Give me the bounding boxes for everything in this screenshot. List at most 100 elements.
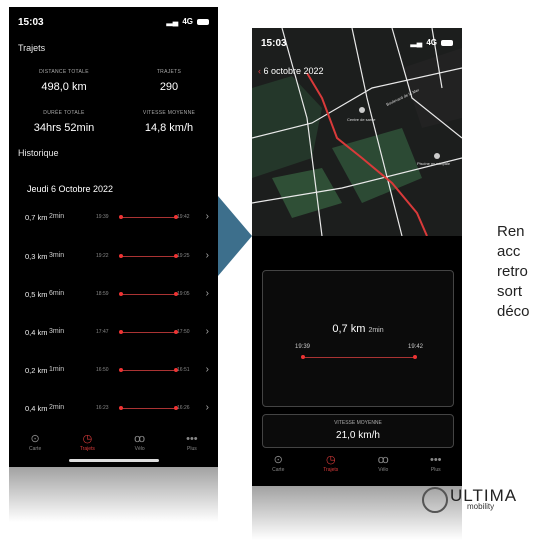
trip-timeline [120, 408, 175, 409]
trip-start: 16:23 [96, 405, 109, 411]
trip-timeline [120, 217, 175, 218]
stat-label: TRAJETS [156, 69, 182, 75]
trip-row[interactable]: 0,3 km 3min 19:22 19:25 › [25, 250, 215, 264]
network-label: 4G [182, 17, 193, 26]
chevron-right-icon: › [205, 211, 209, 222]
trip-start: 18:59 [96, 291, 109, 297]
trips-screen: 15:03 ▂▄ 4G Trajets DISTANCE TOTALE 498,… [9, 7, 218, 467]
trip-start: 19:39 [295, 344, 311, 350]
logo-subtitle: mobility [467, 502, 495, 511]
map-pin-icon: ⊙ [273, 454, 283, 466]
map-label: Centre de sante [347, 117, 376, 122]
battery-icon [441, 39, 453, 46]
trip-duration: 2min [49, 213, 65, 220]
battery-icon [197, 18, 209, 25]
day-heading: Jeudi 6 Octobre 2022 [27, 184, 114, 194]
chevron-right-icon: › [205, 364, 209, 375]
caption-line: retro [497, 263, 528, 280]
tab-velo[interactable]: ꝏ Vélo [357, 453, 410, 486]
trip-row[interactable]: 0,7 km 2min 19:39 19:42 › [25, 211, 215, 225]
caption-line: acc [497, 243, 521, 260]
end-dot [413, 355, 417, 359]
trip-end: 19:25 [177, 253, 190, 259]
start-dot [119, 292, 123, 296]
clock-icon: ◷ [82, 433, 93, 445]
trip-summary-card: 0,7 km 2min 19:39 19:42 [262, 270, 454, 407]
start-dot [301, 355, 305, 359]
trip-end: 19:05 [177, 291, 190, 297]
trip-start: 16:50 [96, 367, 109, 373]
trip-row[interactable]: 0,5 km 6min 18:59 19:05 › [25, 288, 215, 302]
trip-duration: 2min [368, 327, 384, 334]
stat-label: DURÉE TOTALE [43, 110, 85, 116]
trip-end: 19:42 [407, 344, 423, 350]
stat-value: 34hrs 52min [33, 122, 95, 134]
trip-distance: 0,5 km [25, 290, 48, 299]
trip-row[interactable]: 0,4 km 3min 17:47 17:50 › [25, 326, 215, 340]
trip-distance: 0,2 km [25, 366, 48, 375]
status-bar: 15:03 ▂▄ 4G [18, 17, 209, 31]
back-icon[interactable]: ‹ [258, 66, 261, 76]
trip-timeline [120, 332, 175, 333]
tab-carte[interactable]: ⊙ Carte [9, 432, 61, 467]
bike-icon: ꝏ [377, 454, 389, 466]
history-title: Historique [18, 148, 59, 158]
map-label: Piscine municipale [417, 161, 451, 166]
trip-end: 16:51 [177, 367, 190, 373]
caption-line: sort [497, 283, 523, 300]
arrow-right-icon [218, 196, 252, 276]
trip-timeline [120, 294, 175, 295]
ultima-logo-icon [422, 487, 448, 513]
trip-distance: 0,3 km [25, 252, 48, 261]
map-date: 6 octobre 2022 [263, 66, 324, 76]
status-time: 15:03 [18, 17, 44, 28]
tab-trajets[interactable]: ◷ Trajets [305, 453, 358, 486]
map-pin-icon: ⊙ [30, 433, 40, 445]
status-bar: 15:03 ▂▄ 4G [261, 38, 453, 52]
signal-icon: ▂▄ [166, 17, 179, 26]
trip-detail-screen: Centre de sante Boulevard de la Mer Pisc… [252, 28, 462, 486]
bike-icon: ꝏ [134, 433, 146, 445]
trip-row[interactable]: 0,4 km 2min 16:23 16:26 › [25, 402, 215, 416]
trip-map[interactable]: Centre de sante Boulevard de la Mer Pisc… [252, 28, 462, 236]
start-dot [119, 368, 123, 372]
start-dot [119, 254, 123, 258]
trip-sheet: 0,7 km 2min 19:39 19:42 VITESSE MOYENNE … [252, 236, 462, 486]
tab-plus[interactable]: ••• Plus [410, 453, 463, 486]
trip-start: 19:39 [96, 214, 109, 220]
status-time: 15:03 [261, 38, 287, 49]
caption-line: Ren [497, 223, 525, 240]
start-dot [119, 330, 123, 334]
start-dot [119, 406, 123, 410]
tab-plus[interactable]: ••• Plus [166, 432, 218, 467]
trip-start: 19:22 [96, 253, 109, 259]
trip-duration: 2min [49, 404, 65, 411]
speed-label: VITESSE MOYENNE [334, 420, 382, 426]
stat-value: 498,0 km [41, 81, 87, 93]
network-label: 4G [426, 38, 437, 47]
tab-carte[interactable]: ⊙ Carte [252, 453, 305, 486]
clock-icon: ◷ [325, 454, 336, 466]
trip-distance: 0,7 km [25, 213, 48, 222]
home-indicator [68, 459, 159, 462]
more-icon: ••• [429, 454, 442, 466]
section-title: Trajets [18, 43, 46, 53]
trip-end: 16:26 [177, 405, 190, 411]
trip-end: 19:42 [177, 214, 190, 220]
stat-label: VITESSE MOYENNE [142, 110, 196, 116]
start-dot [119, 215, 123, 219]
trip-duration: 3min [49, 328, 65, 335]
trip-duration: 3min [49, 252, 65, 259]
chevron-right-icon: › [205, 326, 209, 337]
trip-duration: 6min [49, 290, 65, 297]
more-icon: ••• [186, 433, 198, 445]
chevron-right-icon: › [205, 402, 209, 413]
chevron-right-icon: › [205, 288, 209, 299]
stat-label: DISTANCE TOTALE [39, 69, 89, 75]
caption-line: déco [497, 303, 530, 320]
stat-value: 290 [159, 81, 179, 93]
chevron-right-icon: › [205, 250, 209, 261]
trip-end: 17:50 [177, 329, 190, 335]
trip-row[interactable]: 0,2 km 1min 16:50 16:51 › [25, 364, 215, 378]
speed-card: VITESSE MOYENNE 21,0 km/h [262, 414, 454, 448]
